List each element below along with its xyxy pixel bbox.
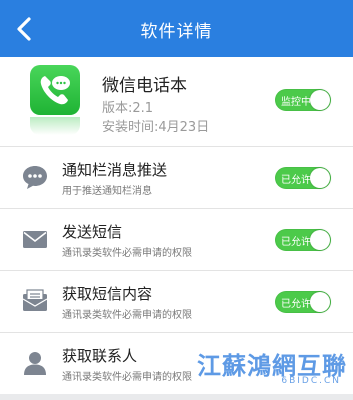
permission-row-send-sms[interactable]: 发送短信 通讯录类软件必需申请的权限 已允许: [0, 208, 353, 270]
app-info-card: 微信电话本 版本:2.1 安装时间:4月23日 监控中: [0, 57, 353, 146]
app-name: 微信电话本: [102, 76, 187, 96]
toggle-knob: [310, 230, 330, 250]
permission-desc: 通讯录类软件必需申请的权限: [62, 248, 192, 259]
phone-chat-icon: [30, 65, 80, 115]
toggle-knob: [310, 292, 330, 312]
permission-title: 通知栏消息推送: [62, 161, 168, 179]
chat-bubble-icon: [23, 166, 47, 189]
page-title: 软件详情: [140, 22, 213, 42]
permission-title: 获取短信内容: [62, 285, 153, 303]
toggle-label: 已允许: [281, 237, 311, 248]
toggle-knob: [310, 168, 330, 188]
envelope-icon: [23, 231, 47, 248]
app-icon-reflection: [30, 117, 80, 135]
permission-title: 获取联系人: [62, 347, 138, 365]
permission-toggle[interactable]: 已允许: [275, 167, 331, 189]
permission-row-notification[interactable]: 通知栏消息推送 用于推送通知栏消息 已允许: [0, 146, 353, 208]
toggle-label: 监控中: [281, 97, 311, 108]
permission-desc: 用于推送通知栏消息: [62, 186, 152, 197]
permission-row-contacts[interactable]: 获取联系人 通讯录类软件必需申请的权限: [0, 332, 353, 394]
person-icon: [24, 352, 46, 375]
toggle-knob: [310, 90, 330, 110]
permission-toggle[interactable]: 已允许: [275, 291, 331, 313]
open-envelope-icon: [22, 289, 48, 311]
toggle-label: 已允许: [281, 175, 311, 186]
permission-title: 发送短信: [62, 223, 123, 241]
toggle-label: 已允许: [281, 299, 311, 310]
monitoring-toggle[interactable]: 监控中: [275, 89, 331, 111]
permission-desc: 通讯录类软件必需申请的权限: [62, 310, 192, 321]
top-nav-bar: 软件详情: [0, 0, 353, 57]
permission-desc: 通讯录类软件必需申请的权限: [62, 372, 192, 383]
app-install-time: 安装时间:4月23日: [102, 120, 210, 135]
app-version: 版本:2.1: [102, 101, 154, 116]
permission-toggle[interactable]: 已允许: [275, 229, 331, 251]
permission-row-read-sms[interactable]: 获取短信内容 通讯录类软件必需申请的权限 已允许: [0, 270, 353, 332]
